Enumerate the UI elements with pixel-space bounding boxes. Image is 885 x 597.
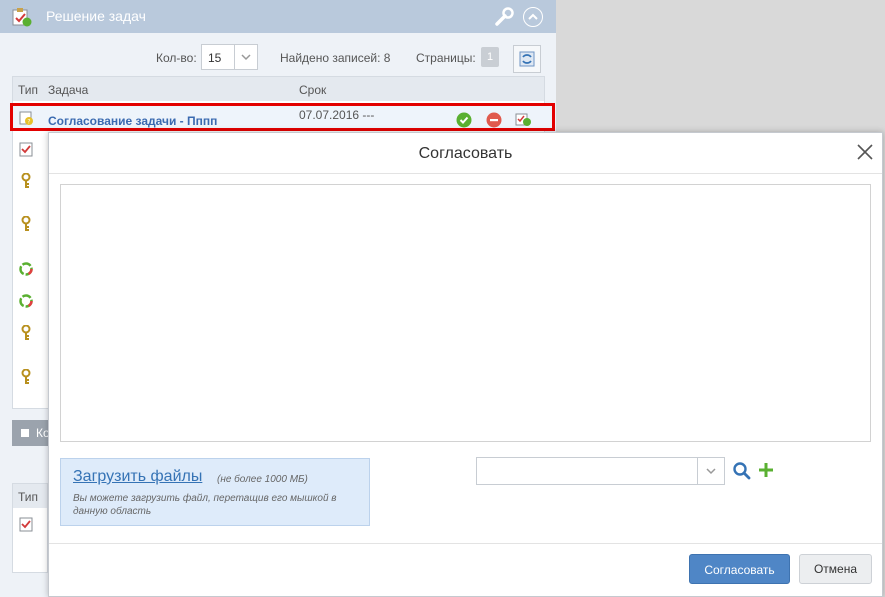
count-value: 15 <box>208 51 222 65</box>
approve-button[interactable]: Согласовать <box>689 554 790 584</box>
upload-limit-note: (не более 1000 МБ) <box>217 474 308 485</box>
delegate-icon[interactable] <box>515 111 531 127</box>
table-header: Тип Задача Срок <box>13 77 544 101</box>
svg-text:?: ? <box>27 119 30 126</box>
attachment-select[interactable] <box>476 457 725 485</box>
doc-check-icon <box>19 142 33 157</box>
approve-check-icon[interactable] <box>456 112 472 128</box>
key-icon <box>21 325 31 340</box>
cycle-icon <box>19 262 33 276</box>
refresh-button[interactable] <box>513 45 541 73</box>
attachment-dropdown-arrow[interactable] <box>697 458 724 484</box>
collapse-button[interactable] <box>523 7 543 27</box>
task-approval-icon: ? <box>19 111 33 126</box>
file-upload-dropzone[interactable]: Загрузить файлы (не более 1000 МБ) Вы мо… <box>60 458 370 526</box>
column-type: Тип <box>18 83 39 97</box>
count-label: Кол-во: <box>156 51 197 65</box>
dialog-title: Согласовать <box>418 145 513 162</box>
task-widget-icon <box>12 8 32 27</box>
add-icon[interactable] <box>757 461 775 479</box>
pages-label: Страницы: <box>416 51 476 65</box>
chevron-down-icon <box>241 54 251 61</box>
upload-hint: Вы можете загрузить файл, перетащив его … <box>73 493 337 517</box>
close-icon[interactable] <box>855 142 875 162</box>
cycle-icon <box>19 294 33 308</box>
page-number[interactable]: 1 <box>481 47 499 67</box>
column-deadline: Срок <box>299 83 327 97</box>
cancel-button[interactable]: Отмена <box>799 554 872 584</box>
widget-title: Решение задач <box>46 8 146 24</box>
task-date: 07.07.2016 --- <box>299 108 375 122</box>
doc-check-icon <box>19 517 33 532</box>
footer-divider <box>49 543 882 544</box>
comment-textarea[interactable] <box>60 184 871 442</box>
count-select[interactable]: 15 <box>201 44 258 70</box>
task-link[interactable]: Согласование задачи - Пппп <box>48 114 217 128</box>
widget-header: Решение задач <box>0 0 556 33</box>
divider <box>49 173 882 174</box>
chevron-down-icon <box>706 468 716 475</box>
wrench-icon[interactable] <box>493 6 515 28</box>
key-icon <box>21 173 31 188</box>
minus-icon <box>21 429 29 437</box>
key-icon <box>21 216 31 231</box>
upload-files-link[interactable]: Загрузить файлы <box>73 468 202 486</box>
chevron-up-icon <box>528 13 538 20</box>
refresh-icon <box>519 51 535 67</box>
key-icon <box>21 369 31 384</box>
search-icon[interactable] <box>732 461 752 481</box>
section-bar[interactable]: Ко <box>12 420 50 446</box>
table-header: Тип <box>13 484 47 508</box>
reject-minus-icon[interactable] <box>486 112 502 128</box>
column-type: Тип <box>18 490 39 504</box>
column-task: Задача <box>48 83 89 97</box>
found-records-label: Найдено записей: 8 <box>280 51 391 65</box>
approve-dialog: Согласовать Загрузить файлы (не более 10… <box>48 132 883 597</box>
count-dropdown-arrow[interactable] <box>234 45 257 69</box>
